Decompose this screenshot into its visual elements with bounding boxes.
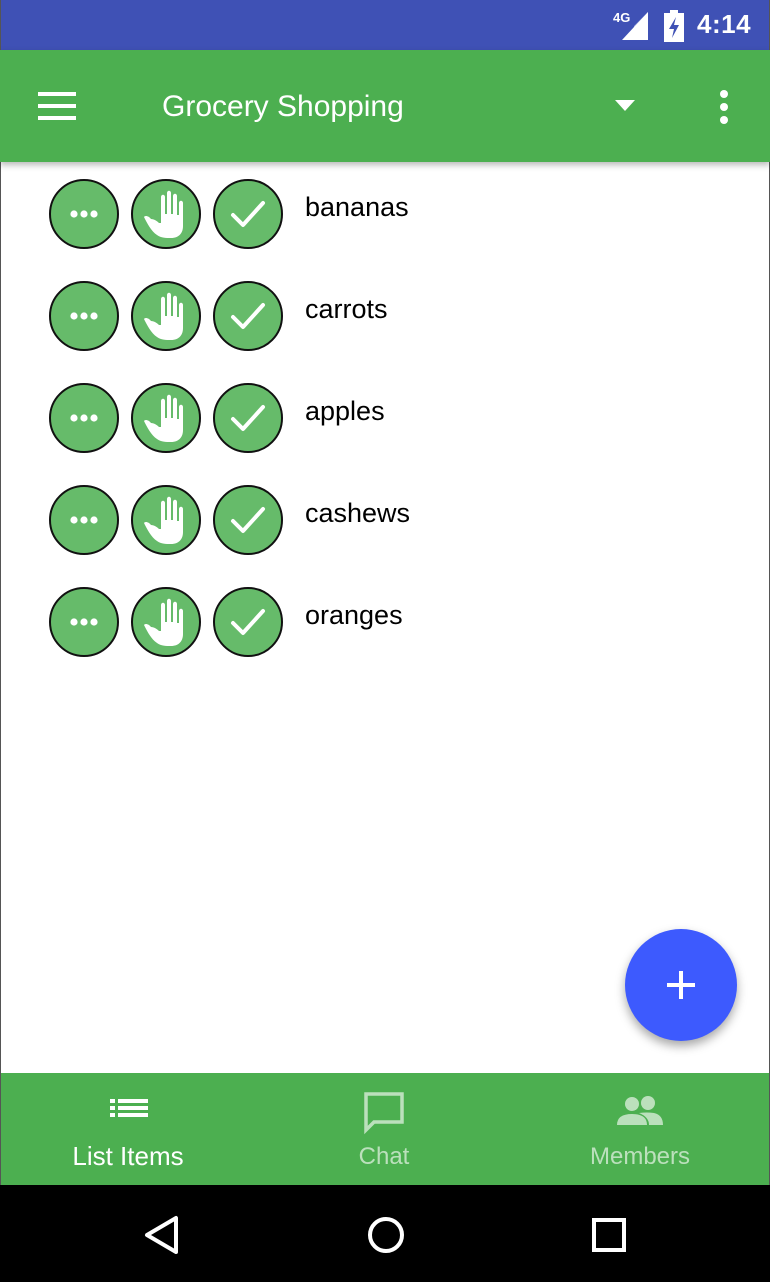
hand-icon [144,598,183,646]
system-navigation-bar [0,1185,770,1282]
more-horiz-icon [70,210,98,218]
bottom-navigation: List Items Chat Members [0,1073,770,1185]
item-claim-button[interactable] [131,485,201,555]
item-more-button[interactable] [49,179,119,249]
item-check-button[interactable] [213,587,283,657]
tab-chat[interactable]: Chat [256,1073,512,1185]
hand-icon [144,292,183,340]
hand-icon [144,496,183,544]
tab-label: Chat [358,1143,410,1170]
plus-icon [667,971,695,999]
list-title[interactable]: Grocery Shopping [162,90,404,124]
check-icon [231,303,265,329]
item-claim-button[interactable] [131,281,201,351]
item-more-button[interactable] [49,383,119,453]
people-icon [617,1096,663,1125]
list-item[interactable]: carrots [0,264,770,366]
list-item[interactable]: oranges [0,570,770,672]
item-name: carrots [305,294,388,324]
add-item-button[interactable] [625,929,737,1041]
menu-icon[interactable] [27,82,87,130]
tab-label: List Items [72,1141,184,1171]
item-check-button[interactable] [213,281,283,351]
check-icon [231,201,265,227]
more-horiz-icon [70,516,98,524]
item-check-button[interactable] [213,383,283,453]
item-more-button[interactable] [49,587,119,657]
item-claim-button[interactable] [131,179,201,249]
network-type: 4G [613,10,631,25]
list-icon [110,1099,148,1117]
tab-label: Members [589,1143,691,1170]
battery-charging-icon [664,10,684,42]
item-name: apples [305,396,385,426]
more-horiz-icon [70,414,98,422]
back-icon[interactable] [140,1213,184,1257]
status-bar: 4G 4:14 [0,0,770,50]
tab-members[interactable]: Members [512,1073,768,1185]
dropdown-arrow-icon[interactable] [605,90,645,122]
item-name: bananas [305,192,409,222]
check-icon [231,405,265,431]
check-icon [231,609,265,635]
item-more-button[interactable] [49,485,119,555]
list-item[interactable]: apples [0,366,770,468]
clock: 4:14 [697,9,752,39]
hand-icon [144,394,183,442]
app-toolbar: Grocery Shopping [0,50,770,162]
item-name: cashews [305,498,411,528]
item-check-button[interactable] [213,179,283,249]
more-horiz-icon [70,312,98,320]
tab-list-items[interactable]: List Items [0,1073,256,1185]
item-name: oranges [305,600,403,630]
home-icon[interactable] [364,1213,408,1257]
item-more-button[interactable] [49,281,119,351]
chat-icon [364,1092,404,1135]
list-item[interactable]: bananas [0,162,770,264]
item-claim-button[interactable] [131,383,201,453]
recents-icon[interactable] [587,1213,631,1257]
item-claim-button[interactable] [131,587,201,657]
check-icon [231,507,265,533]
hand-icon [144,190,183,238]
item-check-button[interactable] [213,485,283,555]
more-horiz-icon [70,618,98,626]
list-item[interactable]: cashews [0,468,770,570]
more-vert-icon[interactable] [706,86,742,130]
